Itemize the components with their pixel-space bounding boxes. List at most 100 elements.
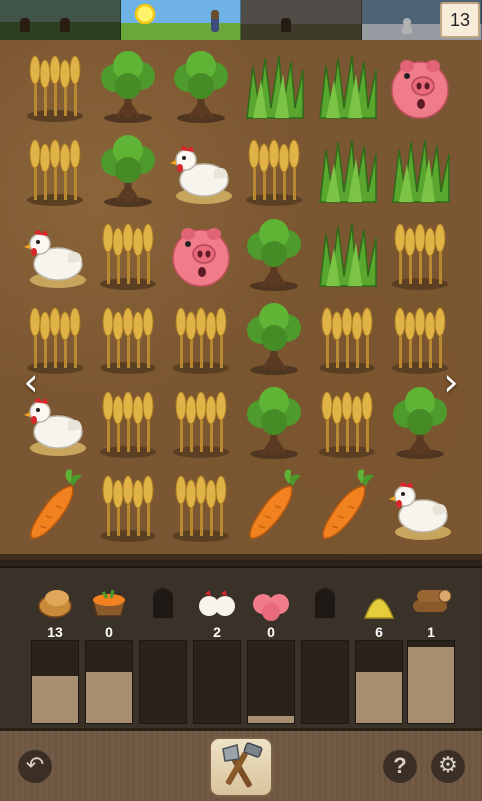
pig-icon bbox=[172, 228, 230, 287]
tile-wheat[interactable] bbox=[385, 214, 455, 294]
chicken-icon bbox=[389, 482, 451, 540]
grass-icon bbox=[319, 223, 377, 287]
inventory-count: 0 bbox=[267, 624, 275, 640]
chicken-icon bbox=[24, 230, 86, 288]
tile-wheat[interactable] bbox=[93, 466, 163, 546]
logs-icon bbox=[407, 580, 455, 622]
inventory-bar bbox=[193, 640, 241, 724]
tile-wheat[interactable] bbox=[166, 298, 236, 378]
grass-icon bbox=[319, 55, 377, 119]
tile-tree[interactable] bbox=[239, 214, 309, 294]
tile-wheat[interactable] bbox=[166, 382, 236, 462]
inventory-bar-fill bbox=[86, 672, 132, 723]
undo-button[interactable]: ↶ bbox=[18, 749, 52, 783]
tile-carrot[interactable] bbox=[239, 466, 309, 546]
tree-icon bbox=[247, 387, 301, 459]
tile-carrot[interactable] bbox=[312, 466, 382, 546]
inventory-bar bbox=[31, 640, 79, 724]
inventory-slot: 6 bbox=[355, 580, 403, 724]
tile-grass[interactable] bbox=[312, 46, 382, 126]
wheat-icon bbox=[100, 223, 156, 290]
inventory-slot: 1 bbox=[407, 580, 455, 724]
inventory-bar bbox=[247, 640, 295, 724]
settings-button[interactable]: ⚙ bbox=[431, 749, 465, 783]
tile-tree[interactable] bbox=[239, 298, 309, 378]
tile-tree[interactable] bbox=[93, 130, 163, 210]
game-board bbox=[0, 40, 482, 560]
tree-icon bbox=[101, 51, 155, 123]
chicken-icon bbox=[170, 146, 232, 204]
season-summer bbox=[120, 0, 241, 40]
inventory-slot: 2 bbox=[193, 580, 241, 724]
wheat-icon bbox=[173, 391, 229, 458]
carrot-icon bbox=[322, 469, 374, 539]
tile-wheat[interactable] bbox=[93, 214, 163, 294]
inventory-count: 13 bbox=[47, 624, 63, 640]
inventory-bar-fill bbox=[32, 676, 78, 723]
grass-icon bbox=[392, 139, 450, 203]
grass-icon bbox=[319, 139, 377, 203]
inventory-count: 2 bbox=[213, 624, 221, 640]
tile-tree[interactable] bbox=[93, 46, 163, 126]
farmer-icon bbox=[210, 10, 219, 32]
tile-wheat[interactable] bbox=[166, 466, 236, 546]
inventory-count bbox=[301, 624, 349, 640]
tile-wheat[interactable] bbox=[93, 298, 163, 378]
season-late-autumn bbox=[241, 0, 362, 40]
inventory-slot bbox=[139, 580, 187, 724]
inventory-bar bbox=[407, 640, 455, 724]
tile-grass[interactable] bbox=[312, 130, 382, 210]
tile-pig[interactable] bbox=[166, 214, 236, 294]
tile-pig[interactable] bbox=[385, 46, 455, 126]
tile-tree[interactable] bbox=[166, 46, 236, 126]
tile-grass[interactable] bbox=[385, 130, 455, 210]
tile-wheat[interactable] bbox=[93, 382, 163, 462]
inventory-bar-fill bbox=[248, 716, 294, 723]
inventory-bar bbox=[85, 640, 133, 724]
tile-wheat[interactable] bbox=[312, 298, 382, 378]
inventory-count: 1 bbox=[427, 624, 435, 640]
season-strip: 13 bbox=[0, 0, 482, 40]
bottom-toolbar: ↶ ? ⚙ bbox=[0, 728, 482, 801]
chevron-left-icon[interactable]: ‹ bbox=[16, 360, 46, 404]
grass-icon bbox=[246, 55, 304, 119]
hay-icon bbox=[355, 580, 403, 622]
inventory-slot: 0 bbox=[247, 580, 295, 724]
tile-chicken[interactable] bbox=[20, 214, 90, 294]
inventory-slot: 0 bbox=[85, 580, 133, 724]
carrot-icon bbox=[30, 469, 82, 539]
tree-silhouette-icon bbox=[60, 18, 70, 32]
wheat-icon bbox=[173, 475, 229, 542]
tree-icon bbox=[247, 219, 301, 291]
inventory-panel: 13 0 2 0 6 1 bbox=[0, 566, 482, 728]
bread-icon bbox=[31, 580, 79, 622]
inventory-slot bbox=[301, 580, 349, 724]
tree-silhouette-icon bbox=[281, 18, 291, 32]
tile-wheat[interactable] bbox=[20, 130, 90, 210]
inventory-bar-fill bbox=[408, 646, 454, 723]
wheat-icon bbox=[173, 307, 229, 374]
tile-tree[interactable] bbox=[239, 382, 309, 462]
tile-wheat[interactable] bbox=[312, 382, 382, 462]
tree-silhouette-icon bbox=[20, 18, 30, 32]
tree-icon bbox=[247, 303, 301, 375]
carrot-icon bbox=[249, 469, 301, 539]
tile-grass[interactable] bbox=[239, 46, 309, 126]
wheat-icon bbox=[100, 475, 156, 542]
chevron-right-icon[interactable]: › bbox=[436, 360, 466, 404]
build-button[interactable] bbox=[209, 737, 273, 797]
inventory-bar bbox=[139, 640, 187, 724]
tile-wheat[interactable] bbox=[239, 130, 309, 210]
help-button[interactable]: ? bbox=[383, 749, 417, 783]
wheat-icon bbox=[392, 223, 448, 290]
pig-icon bbox=[391, 60, 449, 119]
tile-chicken[interactable] bbox=[385, 466, 455, 546]
tile-wheat[interactable] bbox=[20, 46, 90, 126]
locked-silhouette-icon bbox=[301, 580, 349, 622]
tree-icon bbox=[174, 51, 228, 123]
wheat-icon bbox=[27, 55, 83, 122]
tile-carrot[interactable] bbox=[20, 466, 90, 546]
tile-chicken[interactable] bbox=[166, 130, 236, 210]
tile-grass[interactable] bbox=[312, 214, 382, 294]
inventory-count bbox=[139, 624, 187, 640]
